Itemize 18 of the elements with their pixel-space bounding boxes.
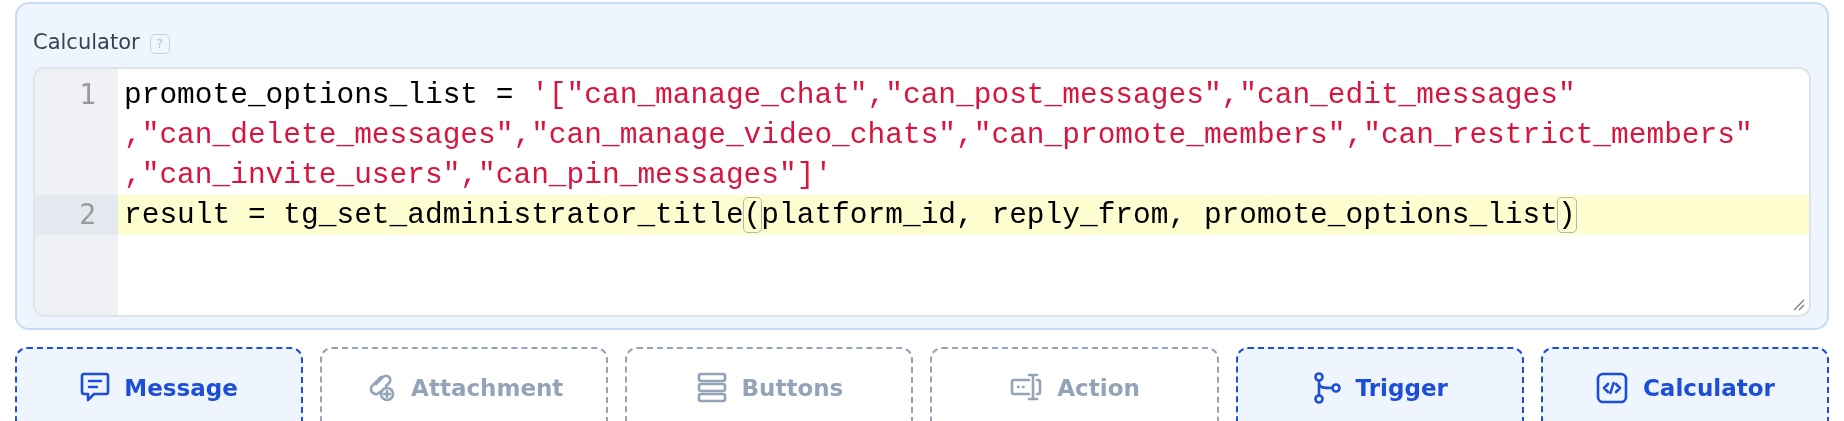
code-line: ,"can_delete_messages","can_manage_video_chats","can_promote_members","can_restrict_members" — [123, 117, 1754, 154]
code-line: result = tg_set_administrator_title(platform_id, reply_from, promote_options_list) — [123, 197, 1577, 234]
code-icon — [1595, 371, 1629, 405]
help-badge[interactable]: ? — [149, 34, 170, 54]
block-button[interactable]: Message — [15, 347, 304, 421]
block-button[interactable]: Trigger — [1235, 347, 1524, 421]
panel-title: Calculator — [33, 30, 140, 54]
code-line: ,"can_invite_users","can_pin_messages"]' — [123, 157, 834, 194]
stack-icon — [695, 371, 728, 403]
line-number: 2 — [35, 195, 118, 235]
input-cursor-icon — [1009, 371, 1044, 403]
line-number: 1 — [78, 77, 97, 113]
block-button[interactable]: Calculator — [1540, 347, 1829, 421]
code-editor[interactable] — [33, 67, 1811, 317]
code-line: promote_options_list = '["can_manage_chat","can_post_messages","can_edit_messages" — [123, 77, 1577, 114]
resize-handle-icon[interactable] — [1793, 299, 1805, 311]
branch-icon — [1311, 371, 1342, 405]
message-icon — [80, 371, 111, 403]
